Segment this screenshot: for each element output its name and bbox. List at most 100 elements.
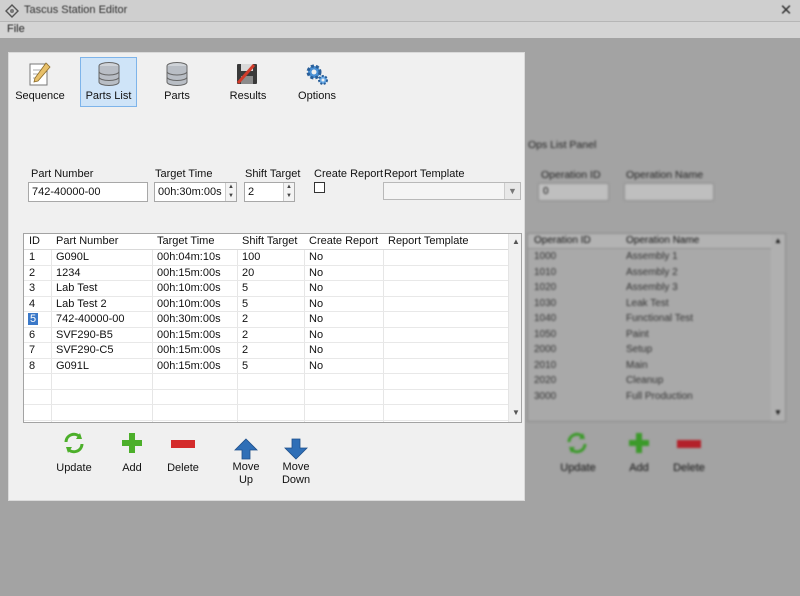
table-cell[interactable]: 20 <box>242 267 254 279</box>
table-cell[interactable]: No <box>309 329 323 341</box>
ops-table-row[interactable]: 1050 Paint <box>528 328 771 344</box>
create-report-checkbox[interactable] <box>314 182 325 193</box>
add-button[interactable]: Add <box>116 432 148 478</box>
operation-id-label: Operation ID <box>541 169 601 181</box>
table-cell[interactable]: 5 <box>28 313 39 325</box>
table-cell[interactable]: 4 <box>29 298 35 310</box>
column-header-create-report[interactable]: Create Report <box>309 235 378 247</box>
move-down-button[interactable]: Move Down <box>278 438 314 488</box>
table-cell[interactable]: No <box>309 360 323 372</box>
target-time-input[interactable]: 00h:30m:00s ▲ ▼ <box>154 182 237 202</box>
shift-target-input[interactable]: 2 ▲ ▼ <box>244 182 295 202</box>
table-cell[interactable]: Lab Test 2 <box>56 298 107 310</box>
table-cell[interactable]: SVF290-B5 <box>56 329 113 341</box>
table-cell[interactable]: 00h:04m:10s <box>157 251 221 263</box>
parts-grid[interactable]: ID Part Number Target Time Shift Target … <box>23 233 522 423</box>
table-cell[interactable]: 00h:15m:00s <box>157 344 221 356</box>
table-cell[interactable]: 1234 <box>56 267 80 279</box>
table-row <box>24 405 508 421</box>
ops-table-row[interactable]: 1040 Functional Test <box>528 312 771 328</box>
table-cell[interactable]: 742-40000-00 <box>56 313 125 325</box>
table-cell[interactable]: 1 <box>29 251 35 263</box>
table-cell[interactable]: 5 <box>242 282 248 294</box>
spin-down-icon[interactable]: ▼ <box>284 192 294 201</box>
table-cell[interactable]: G091L <box>56 360 89 372</box>
table-cell[interactable]: No <box>309 298 323 310</box>
table-cell[interactable]: 2 <box>242 344 248 356</box>
table-cell[interactable]: 2 <box>242 329 248 341</box>
column-header-part-number[interactable]: Part Number <box>56 235 118 247</box>
table-cell[interactable]: No <box>309 282 323 294</box>
table-cell[interactable]: Lab Test <box>56 282 97 294</box>
table-row[interactable]: 1 G090L 00h:04m:10s 100 No <box>24 250 508 266</box>
scroll-up-icon[interactable]: ▲ <box>511 237 521 246</box>
table-cell[interactable]: No <box>309 251 323 263</box>
chevron-down-icon[interactable]: ▼ <box>504 183 520 199</box>
table-row[interactable]: 8 G091L 00h:15m:00s 5 No <box>24 359 508 374</box>
ops-table-row[interactable]: 2010 Main <box>528 359 771 375</box>
toolbar-parts[interactable]: Parts <box>150 57 202 107</box>
table-cell[interactable]: 00h:10m:00s <box>157 298 221 310</box>
table-cell[interactable]: 8 <box>29 360 35 372</box>
table-cell[interactable]: 00h:30m:00s <box>157 313 221 325</box>
shift-target-spinner[interactable]: ▲ ▼ <box>283 183 294 201</box>
refresh-icon[interactable] <box>564 430 590 456</box>
ops-table-row[interactable]: 1010 Assembly 2 <box>528 266 771 282</box>
menu-file[interactable]: File <box>7 23 25 35</box>
column-header-shift-target[interactable]: Shift Target <box>242 235 297 247</box>
table-cell[interactable]: 5 <box>242 298 248 310</box>
table-row[interactable]: 6 SVF290-B5 00h:15m:00s 2 No <box>24 328 508 343</box>
column-header-target-time[interactable]: Target Time <box>157 235 214 247</box>
delete-button[interactable]: Delete <box>164 436 202 478</box>
ops-table-row[interactable]: 2020 Cleanup <box>528 374 771 390</box>
toolbar-results[interactable]: Results <box>220 57 274 107</box>
move-up-button[interactable]: Move Up <box>228 438 264 488</box>
table-row[interactable]: 4 Lab Test 2 00h:10m:00s 5 No <box>24 297 508 312</box>
part-number-input[interactable]: 742-40000-00 <box>28 182 148 202</box>
table-cell[interactable]: G090L <box>56 251 89 263</box>
table-cell[interactable]: 6 <box>29 329 35 341</box>
column-header-report-template[interactable]: Report Template <box>388 235 469 247</box>
table-cell[interactable]: 2 <box>242 313 248 325</box>
toolbar-parts-list[interactable]: Parts List <box>80 57 137 107</box>
table-cell[interactable]: 5 <box>242 360 248 372</box>
table-cell[interactable]: SVF290-C5 <box>56 344 113 356</box>
ops-table-row[interactable]: 1000 Assembly 1 <box>528 250 771 266</box>
report-template-select[interactable]: ▼ <box>383 182 521 200</box>
table-row[interactable]: 7 SVF290-C5 00h:15m:00s 2 No <box>24 343 508 359</box>
operation-name-input[interactable] <box>624 183 714 201</box>
table-cell[interactable]: No <box>309 313 323 325</box>
spin-down-icon[interactable]: ▼ <box>226 192 236 201</box>
close-button[interactable]: ✕ <box>776 1 796 20</box>
table-cell[interactable]: No <box>309 344 323 356</box>
table-row[interactable]: 3 Lab Test 00h:10m:00s 5 No <box>24 281 508 297</box>
ops-table-row[interactable]: 1020 Assembly 3 <box>528 281 771 297</box>
update-button[interactable]: Update <box>53 430 95 478</box>
operation-id-input[interactable]: 0 <box>538 183 609 201</box>
ops-grid-scrollbar[interactable]: ▲ ▼ <box>771 234 785 421</box>
table-cell[interactable]: 7 <box>29 344 35 356</box>
target-time-spinner[interactable]: ▲ ▼ <box>225 183 236 201</box>
table-row[interactable]: 2 1234 00h:15m:00s 20 No <box>24 266 508 281</box>
scroll-down-icon[interactable]: ▼ <box>511 408 521 417</box>
toolbar-options[interactable]: Options <box>291 57 341 107</box>
ops-table-row[interactable]: 1030 Leak Test <box>528 297 771 313</box>
ops-table-row[interactable]: 2000 Setup <box>528 343 771 359</box>
table-cell[interactable]: 00h:15m:00s <box>157 360 221 372</box>
table-cell[interactable]: 00h:10m:00s <box>157 282 221 294</box>
table-cell[interactable]: 00h:15m:00s <box>157 329 221 341</box>
spin-up-icon[interactable]: ▲ <box>226 183 236 192</box>
add-icon[interactable] <box>628 432 650 454</box>
table-cell[interactable]: 00h:15m:00s <box>157 267 221 279</box>
delete-icon[interactable] <box>677 440 701 448</box>
table-cell[interactable]: 2 <box>29 267 35 279</box>
grid-scrollbar[interactable]: ▲ ▼ <box>508 234 521 422</box>
table-row[interactable]: 5 742-40000-00 00h:30m:00s 2 No <box>24 312 508 328</box>
table-cell[interactable]: 3 <box>29 282 35 294</box>
column-header-id[interactable]: ID <box>29 235 40 247</box>
spin-up-icon[interactable]: ▲ <box>284 183 294 192</box>
ops-table-row[interactable]: 3000 Full Production <box>528 390 771 406</box>
toolbar-sequence[interactable]: Sequence <box>12 57 66 107</box>
table-cell[interactable]: No <box>309 267 323 279</box>
table-cell[interactable]: 100 <box>242 251 260 263</box>
